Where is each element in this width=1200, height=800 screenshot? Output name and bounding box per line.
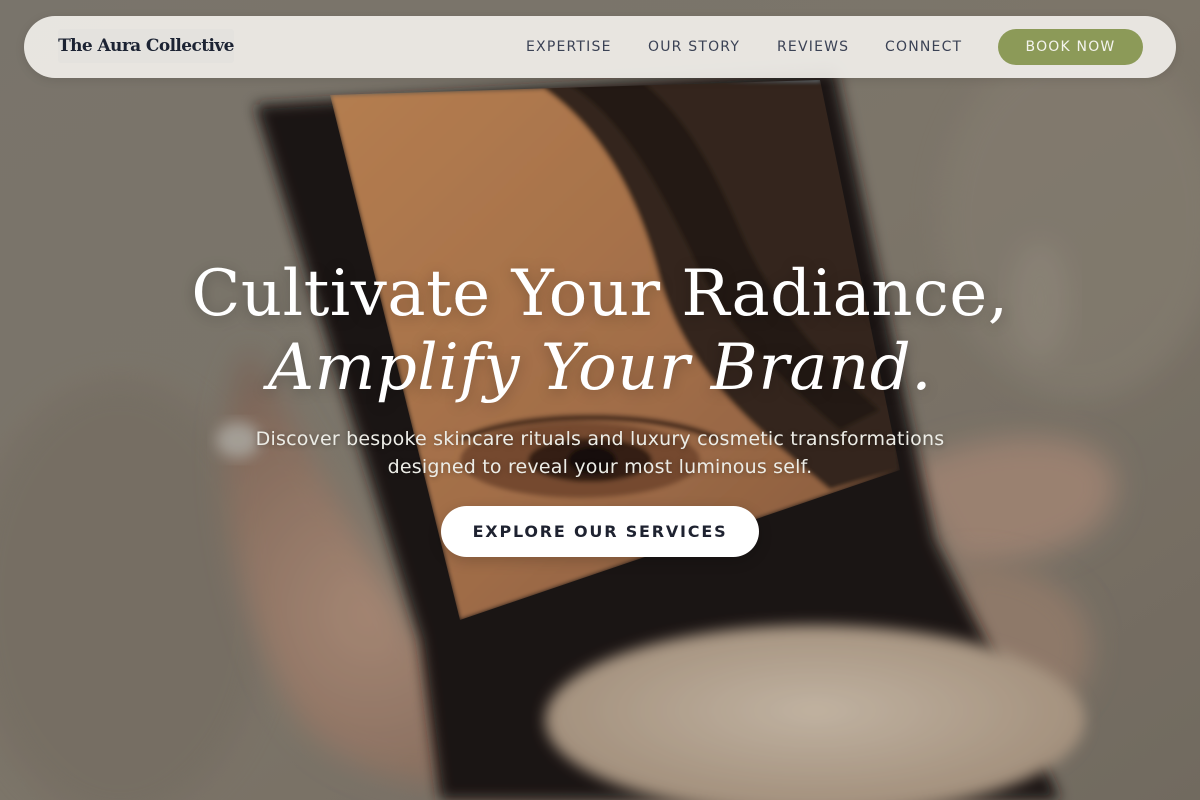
- nav-link-our-story[interactable]: OUR STORY: [648, 37, 740, 57]
- navbar: The Aura Collective EXPERTISE OUR STORY …: [24, 16, 1176, 78]
- book-now-button[interactable]: BOOK NOW: [998, 29, 1143, 65]
- nav-link-reviews[interactable]: REVIEWS: [777, 37, 849, 57]
- nav-link-expertise[interactable]: EXPERTISE: [526, 37, 612, 57]
- brand-logo[interactable]: The Aura Collective: [58, 29, 234, 63]
- explore-services-button[interactable]: EXPLORE OUR SERVICES: [441, 506, 759, 557]
- hero-content: Cultivate Your Radiance, Amplify Your Br…: [0, 0, 1200, 800]
- hero-section: Cultivate Your Radiance, Amplify Your Br…: [0, 0, 1200, 800]
- hero-headline-line1: Cultivate Your Radiance,: [191, 257, 1009, 331]
- hero-headline-line2: Amplify Your Brand.: [267, 331, 933, 405]
- brand-name: The Aura Collective: [58, 36, 234, 56]
- nav-link-connect[interactable]: CONNECT: [885, 37, 962, 57]
- hero-subtext: Discover bespoke skincare rituals and lu…: [255, 428, 945, 478]
